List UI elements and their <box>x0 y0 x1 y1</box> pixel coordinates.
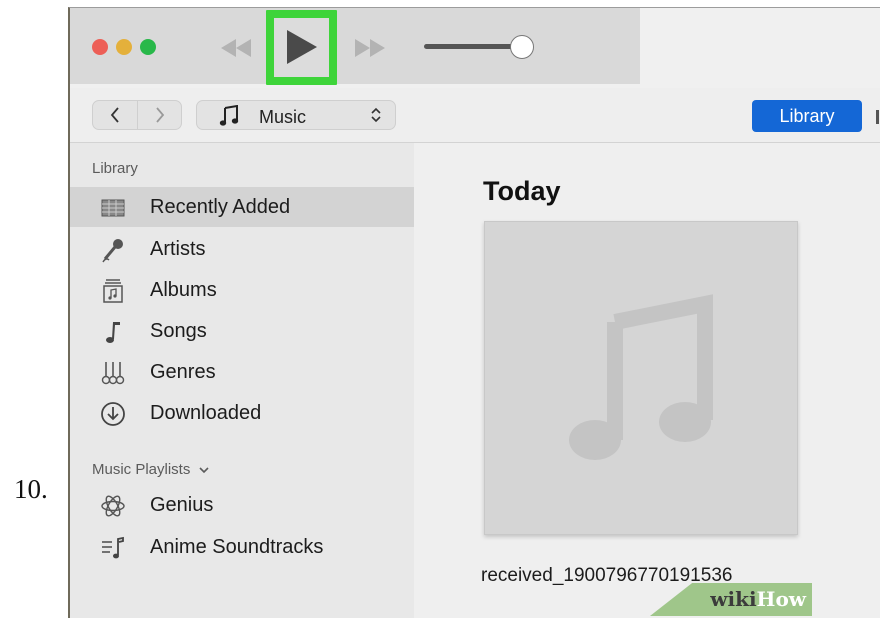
media-type-selector[interactable]: Music <box>196 100 396 130</box>
zoom-window-button[interactable] <box>140 39 156 55</box>
sidebar-item-label: Genres <box>150 361 216 383</box>
microphone-icon <box>102 239 123 263</box>
fast-forward-button[interactable] <box>352 38 388 58</box>
album-artwork[interactable] <box>484 221 798 535</box>
sidebar-item-anime-soundtracks[interactable]: Anime Soundtracks <box>70 527 414 567</box>
fast-forward-icon <box>355 39 385 57</box>
sidebar-item-songs[interactable]: Songs <box>70 311 414 351</box>
albums-icon <box>103 279 123 303</box>
volume-slider-knob[interactable] <box>510 35 534 59</box>
sidebar-item-label: Downloaded <box>150 402 262 424</box>
toolbar-next-item-edge <box>876 110 879 124</box>
up-down-chevron-icon <box>371 107 381 123</box>
section-header-label: Music Playlists <box>92 461 191 478</box>
sidebar-item-label: Artists <box>150 238 206 260</box>
title-bar <box>70 8 880 88</box>
volume-slider-track[interactable] <box>424 44 514 49</box>
forward-button[interactable] <box>137 101 182 129</box>
music-note-placeholder-icon <box>569 294 713 460</box>
sidebar-item-genius[interactable]: Genius <box>70 485 414 525</box>
music-note-icon <box>106 322 120 343</box>
navigation-buttons <box>92 100 182 130</box>
recently-added-icon <box>101 199 125 217</box>
rewind-icon <box>221 39 251 57</box>
music-playlists-section-header[interactable]: Music Playlists <box>92 461 209 478</box>
library-button[interactable]: Library <box>752 100 862 132</box>
genius-atom-icon <box>101 495 125 517</box>
play-icon <box>287 30 317 64</box>
sidebar-item-downloaded[interactable]: Downloaded <box>70 393 414 433</box>
library-section-header: Library <box>92 160 138 177</box>
sidebar: Library Recently Added Artists Albums So… <box>70 143 414 618</box>
step-number: 10. <box>14 474 48 504</box>
chevron-left-icon <box>110 107 119 123</box>
sidebar-item-albums[interactable]: Albums <box>70 270 414 310</box>
minimize-window-button[interactable] <box>116 39 132 55</box>
sidebar-item-recently-added[interactable]: Recently Added <box>70 187 414 227</box>
playlist-icon <box>102 536 124 559</box>
back-button[interactable] <box>93 101 137 129</box>
sidebar-item-genres[interactable]: Genres <box>70 352 414 392</box>
sidebar-item-label: Recently Added <box>150 196 291 218</box>
main-content: Today received_1900796770191536 <box>414 143 880 618</box>
toolbar: Music Library <box>70 88 880 143</box>
close-window-button[interactable] <box>92 39 108 55</box>
sidebar-item-label: Albums <box>150 279 217 301</box>
section-title-today: Today <box>483 176 561 206</box>
download-circle-icon <box>101 402 125 426</box>
chevron-down-icon <box>198 467 209 474</box>
rewind-button[interactable] <box>218 38 254 58</box>
sidebar-item-artists[interactable]: Artists <box>70 229 414 269</box>
chevron-right-icon <box>156 107 165 123</box>
music-app-window: Music Library Library Recently Added Art… <box>68 7 880 618</box>
sidebar-item-label: Genius <box>150 494 214 516</box>
play-button[interactable] <box>274 18 329 77</box>
watermark-logo: wikiHow <box>710 587 806 611</box>
guitars-icon <box>101 362 125 385</box>
sidebar-item-label: Anime Soundtracks <box>150 536 324 558</box>
sidebar-item-label: Songs <box>150 320 207 342</box>
play-button-highlight <box>266 10 337 85</box>
media-type-label: Music <box>259 107 307 127</box>
music-note-icon <box>219 105 239 126</box>
